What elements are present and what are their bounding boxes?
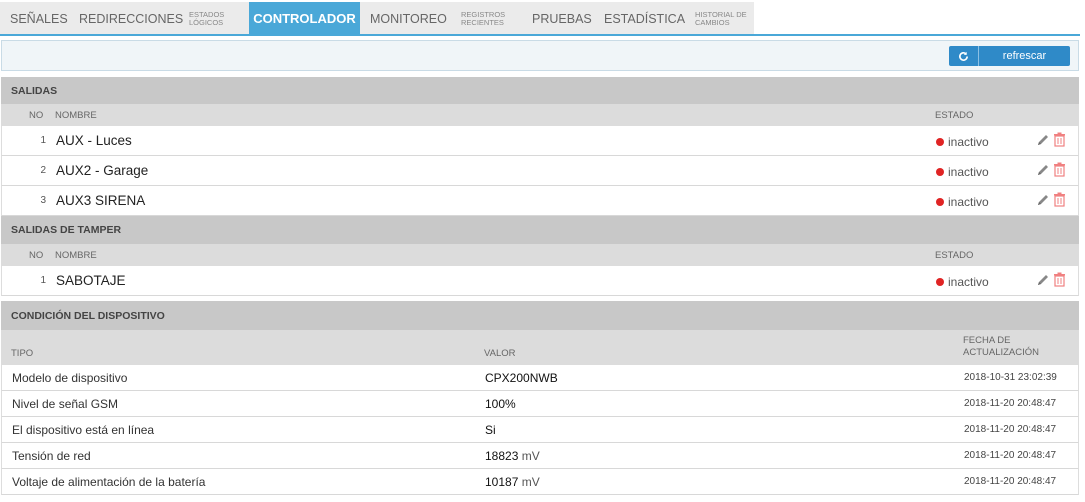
toolbar: refrescar — [1, 40, 1079, 71]
device-date: 2018-11-20 20:48:47 — [964, 476, 1057, 487]
status-dot-icon — [936, 278, 944, 286]
device-type: Tensión de red — [12, 449, 91, 463]
col-state: ESTADO — [935, 250, 974, 261]
device-row: Modelo de dispositivo CPX200NWB 2018-10-… — [1, 365, 1079, 391]
device-type: Modelo de dispositivo — [12, 371, 128, 385]
refresh-icon — [949, 46, 979, 66]
outputs-column-header: NO NOMBRE ESTADO — [1, 104, 1079, 126]
output-row: 1 AUX - Luces inactivo — [1, 126, 1079, 156]
status-badge: inactivo — [936, 275, 989, 289]
edit-pencil-icon[interactable] — [1036, 133, 1050, 147]
edit-pencil-icon[interactable] — [1036, 273, 1050, 287]
delete-trash-icon[interactable] — [1053, 132, 1066, 147]
status-badge: inactivo — [936, 135, 989, 149]
status-badge: inactivo — [936, 195, 989, 209]
outputs-section-title: SALIDAS — [1, 77, 1079, 104]
status-text: inactivo — [948, 195, 989, 209]
tab-estadistica[interactable]: ESTADÍSTICA — [604, 2, 685, 35]
device-row: Voltaje de alimentación de la batería 10… — [1, 469, 1079, 495]
delete-trash-icon[interactable] — [1053, 272, 1066, 287]
col-no: NO — [29, 250, 44, 261]
edit-pencil-icon[interactable] — [1036, 193, 1050, 207]
output-row: 3 AUX3 SIRENA inactivo — [1, 186, 1079, 216]
device-value: 18823 mV — [485, 449, 540, 463]
tab-controlador[interactable]: CONTROLADOR — [249, 2, 360, 35]
device-date: 2018-11-20 20:48:47 — [964, 398, 1057, 409]
col-date-line2: ACTUALIZACIÓN — [963, 347, 1040, 358]
status-text: inactivo — [948, 275, 989, 289]
delete-trash-icon[interactable] — [1053, 162, 1066, 177]
device-row: Nivel de señal GSM 100% 2018-11-20 20:48… — [1, 391, 1079, 417]
device-date: 2018-11-20 20:48:47 — [964, 424, 1057, 435]
col-no: NO — [29, 110, 44, 121]
device-value: CPX200NWB — [485, 371, 558, 385]
tab-underline — [0, 34, 1080, 36]
col-type: TIPO — [11, 348, 34, 359]
col-date-line1: FECHA DE — [963, 335, 1011, 346]
status-text: inactivo — [948, 165, 989, 179]
device-value: Si — [485, 423, 496, 437]
tamper-row: 1 SABOTAJE inactivo — [1, 266, 1079, 296]
col-name: NOMBRE — [55, 250, 97, 261]
row-number: 1 — [40, 135, 46, 146]
device-value: 100% — [485, 397, 516, 411]
status-dot-icon — [936, 168, 944, 176]
tamper-column-header: NO NOMBRE ESTADO — [1, 244, 1079, 266]
device-type: El dispositivo está en línea — [12, 423, 155, 437]
tab-pruebas[interactable]: PRUEBAS — [532, 2, 592, 35]
device-row: Tensión de red 18823 mV 2018-11-20 20:48… — [1, 443, 1079, 469]
device-value: 10187 mV — [485, 475, 540, 489]
tab-registros-recientes[interactable]: REGISTROS RECIENTES — [461, 2, 517, 35]
device-section-title: CONDICIÓN DEL DISPOSITIVO — [1, 301, 1079, 330]
row-number: 2 — [40, 165, 46, 176]
delete-trash-icon[interactable] — [1053, 192, 1066, 207]
tab-redirecciones[interactable]: REDIRECCIONES — [79, 2, 183, 35]
tab-historial-cambios[interactable]: HISTORIAL DE CAMBIOS — [695, 2, 747, 35]
col-name: NOMBRE — [55, 110, 97, 121]
status-dot-icon — [936, 198, 944, 206]
status-text: inactivo — [948, 135, 989, 149]
tab-monitoreo[interactable]: MONITOREO — [370, 2, 447, 35]
output-row: 2 AUX2 - Garage inactivo — [1, 156, 1079, 186]
col-value: VALOR — [484, 348, 516, 359]
device-date: 2018-10-31 23:02:39 — [964, 372, 1057, 383]
device-row: El dispositivo está en línea Si 2018-11-… — [1, 417, 1079, 443]
refresh-button[interactable]: refrescar — [949, 46, 1070, 66]
row-number: 3 — [40, 195, 46, 206]
col-state: ESTADO — [935, 110, 974, 121]
tab-senales[interactable]: SEÑALES — [10, 2, 68, 35]
row-name: SABOTAJE — [56, 273, 126, 288]
device-type: Nivel de señal GSM — [12, 397, 119, 411]
device-type: Voltaje de alimentación de la batería — [12, 475, 206, 489]
edit-pencil-icon[interactable] — [1036, 163, 1050, 177]
status-dot-icon — [936, 138, 944, 146]
tab-estados-logicos[interactable]: ESTADOS LÓGICOS — [189, 2, 239, 35]
status-badge: inactivo — [936, 165, 989, 179]
row-name: AUX - Luces — [56, 133, 132, 148]
tamper-section-title: SALIDAS DE TAMPER — [1, 216, 1079, 244]
row-name: AUX2 - Garage — [56, 163, 149, 178]
device-date: 2018-11-20 20:48:47 — [964, 450, 1057, 461]
refresh-label: refrescar — [1002, 50, 1047, 62]
row-name: AUX3 SIRENA — [56, 193, 146, 208]
row-number: 1 — [40, 275, 46, 286]
device-column-header: TIPO VALOR FECHA DE ACTUALIZACIÓN — [1, 330, 1079, 365]
tab-bar: SEÑALES REDIRECCIONES ESTADOS LÓGICOS CO… — [0, 0, 1085, 36]
